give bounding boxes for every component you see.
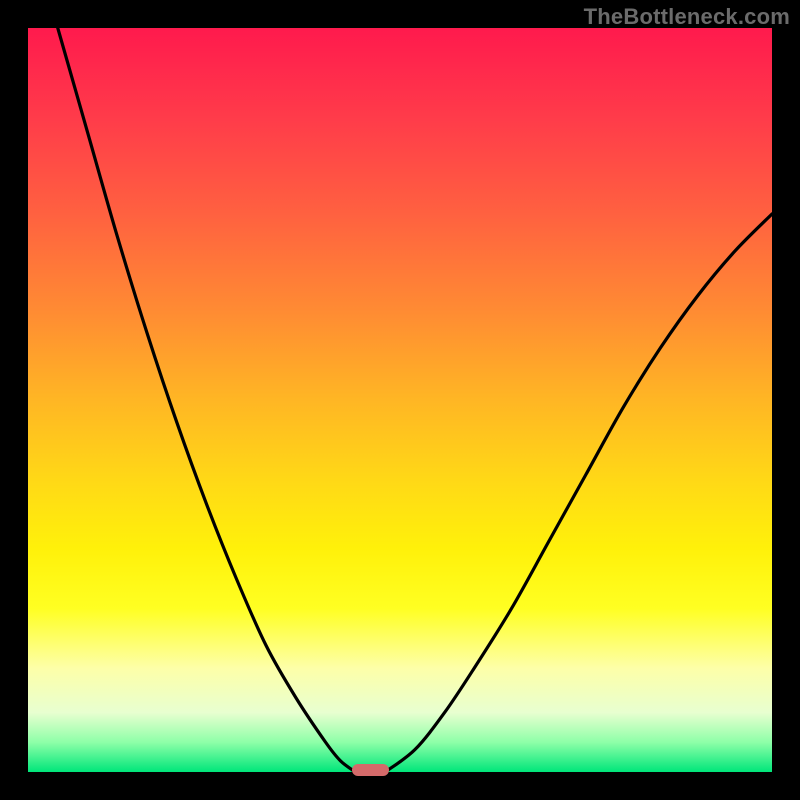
optimal-marker — [352, 764, 389, 776]
curves-svg — [28, 28, 772, 772]
watermark-text: TheBottleneck.com — [584, 4, 790, 30]
chart-frame: TheBottleneck.com — [0, 0, 800, 800]
left-curve — [58, 28, 356, 772]
right-curve — [385, 214, 772, 772]
plot-area — [28, 28, 772, 772]
